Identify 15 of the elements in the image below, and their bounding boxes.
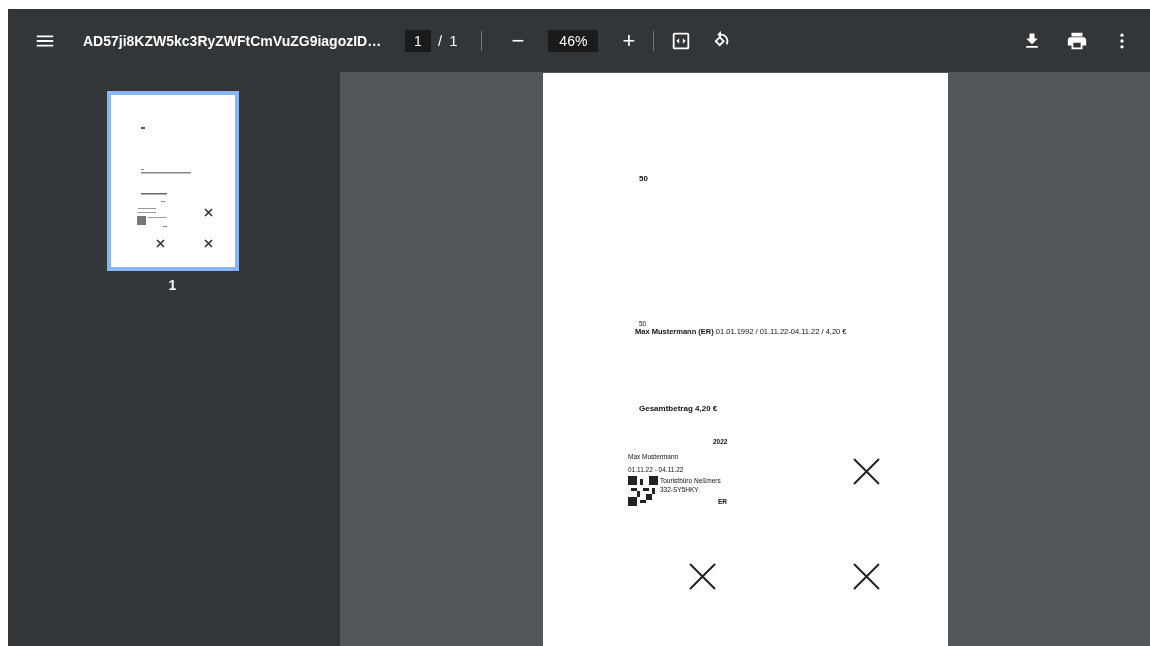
zoom-out-button[interactable]: − <box>511 29 525 52</box>
cross-mark-icon <box>853 563 880 590</box>
page-separator: / <box>438 32 443 49</box>
document-title: AD57ji8KZW5kc3RyZWFtCmVuZG9iagozID… <box>83 32 383 49</box>
document-heading: 50 <box>639 174 649 183</box>
cross-mark-icon <box>853 458 880 485</box>
page-number-field[interactable]: 1 <box>405 29 431 52</box>
cross-mark-icon <box>689 563 716 590</box>
total-amount: Gesamtbetrag 4,20 € <box>639 404 719 413</box>
qr-code-icon <box>628 476 658 506</box>
page-label: 1 <box>168 277 177 293</box>
zoom-in-button[interactable]: + <box>622 29 636 52</box>
zoom-field[interactable]: 46% <box>548 29 599 52</box>
page-count: 1 <box>449 32 458 49</box>
page-thumbnail[interactable] <box>106 91 239 271</box>
